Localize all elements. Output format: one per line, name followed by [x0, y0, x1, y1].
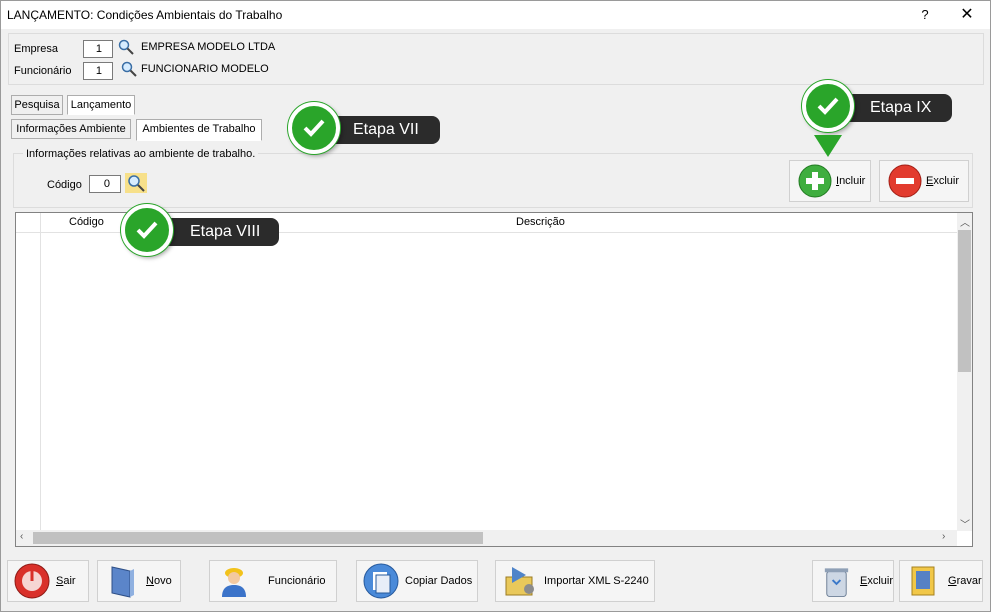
check-badge-icon [802, 80, 854, 132]
column-header-descricao[interactable]: Descrição [516, 216, 565, 228]
tab-ambientes-de-trabalho[interactable]: Ambientes de Trabalho [136, 119, 262, 141]
vertical-scrollbar[interactable]: ︿ ﹀ [957, 213, 972, 531]
app-window: LANÇAMENTO: Condições Ambientais do Trab… [0, 0, 991, 612]
tab-lancamento[interactable]: Lançamento [67, 95, 135, 115]
help-button[interactable]: ? [915, 4, 935, 26]
worker-icon [222, 568, 246, 597]
horizontal-scroll-thumb[interactable] [33, 532, 483, 544]
incluir-button[interactable]: Incluir [789, 160, 871, 202]
importar-xml-label: Importar XML S-2240 [544, 575, 649, 587]
column-header-codigo[interactable]: Código [69, 216, 104, 228]
copiar-dados-button[interactable]: Copiar Dados [356, 560, 478, 602]
tab-informacoes-ambiente[interactable]: Informações Ambiente [11, 119, 131, 139]
excluir-bottom-button[interactable]: Excluir [812, 560, 894, 602]
search-icon[interactable] [125, 173, 147, 193]
gravar-label: Gravar [948, 575, 982, 587]
incluir-label: Incluir [836, 175, 866, 187]
funcionario-button[interactable]: Funcionário [209, 560, 337, 602]
excluir-button[interactable]: Excluir [879, 160, 969, 202]
scroll-down-icon[interactable]: ﹀ [960, 516, 970, 531]
codigo-input[interactable]: 0 [89, 175, 121, 193]
copiar-dados-label: Copiar Dados [405, 575, 473, 587]
importar-xml-button[interactable]: Importar XML S-2240 [495, 560, 655, 602]
search-icon[interactable] [118, 39, 134, 55]
funcionario-button-label: Funcionário [268, 575, 326, 587]
power-icon [14, 563, 50, 599]
check-badge-icon [121, 204, 173, 256]
novo-label: Novo [146, 575, 172, 587]
import-xml-icon [505, 567, 534, 596]
horizontal-scrollbar[interactable]: ‹ › [16, 530, 957, 546]
empresa-label: Empresa [14, 43, 59, 55]
gravar-button[interactable]: Gravar [899, 560, 983, 602]
info-caption: Informações relativas ao ambiente de tra… [23, 148, 259, 160]
vertical-scroll-thumb[interactable] [958, 230, 971, 372]
copy-document-icon [363, 563, 399, 599]
funcionario-label: Funcionário [14, 65, 72, 77]
sair-button[interactable]: Sair [7, 560, 89, 602]
window-title: LANÇAMENTO: Condições Ambientais do Trab… [7, 8, 283, 22]
check-badge-icon [288, 102, 340, 154]
excluir-label: Excluir [926, 175, 960, 187]
scroll-right-icon[interactable]: › [942, 531, 945, 542]
save-folder-icon [911, 566, 935, 596]
scroll-up-icon[interactable]: ︿ [960, 214, 970, 229]
new-document-icon [111, 566, 134, 598]
funcionario-code-input[interactable]: 1 [83, 62, 113, 80]
callout-etapa-ix-label: Etapa IX [870, 99, 932, 116]
novo-button[interactable]: Novo [97, 560, 181, 602]
funcionario-name: FUNCIONARIO MODELO [141, 63, 269, 75]
tab-pesquisa[interactable]: Pesquisa [11, 95, 63, 115]
trash-icon [824, 568, 849, 598]
plus-icon [798, 164, 832, 198]
sair-label: Sair [56, 575, 76, 587]
codigo-label: Código [47, 179, 82, 191]
row-indicator-header [16, 213, 41, 233]
pointer-arrow-icon [814, 135, 842, 157]
callout-etapa-vii-label: Etapa VII [353, 121, 419, 138]
minus-icon [888, 164, 922, 198]
empresa-name: EMPRESA MODELO LTDA [141, 41, 276, 53]
callout-etapa-viii-label: Etapa VIII [190, 223, 261, 240]
close-button[interactable]: ✕ [956, 4, 978, 26]
empresa-code-input[interactable]: 1 [83, 40, 113, 58]
title-bar: LANÇAMENTO: Condições Ambientais do Trab… [1, 1, 990, 29]
search-icon[interactable] [121, 61, 137, 77]
row-indicator-column [16, 233, 41, 530]
excluir-bottom-label: Excluir [859, 575, 893, 587]
scroll-left-icon[interactable]: ‹ [20, 531, 23, 542]
data-grid[interactable]: Código Descrição ︿ ﹀ ‹ › [15, 212, 973, 547]
